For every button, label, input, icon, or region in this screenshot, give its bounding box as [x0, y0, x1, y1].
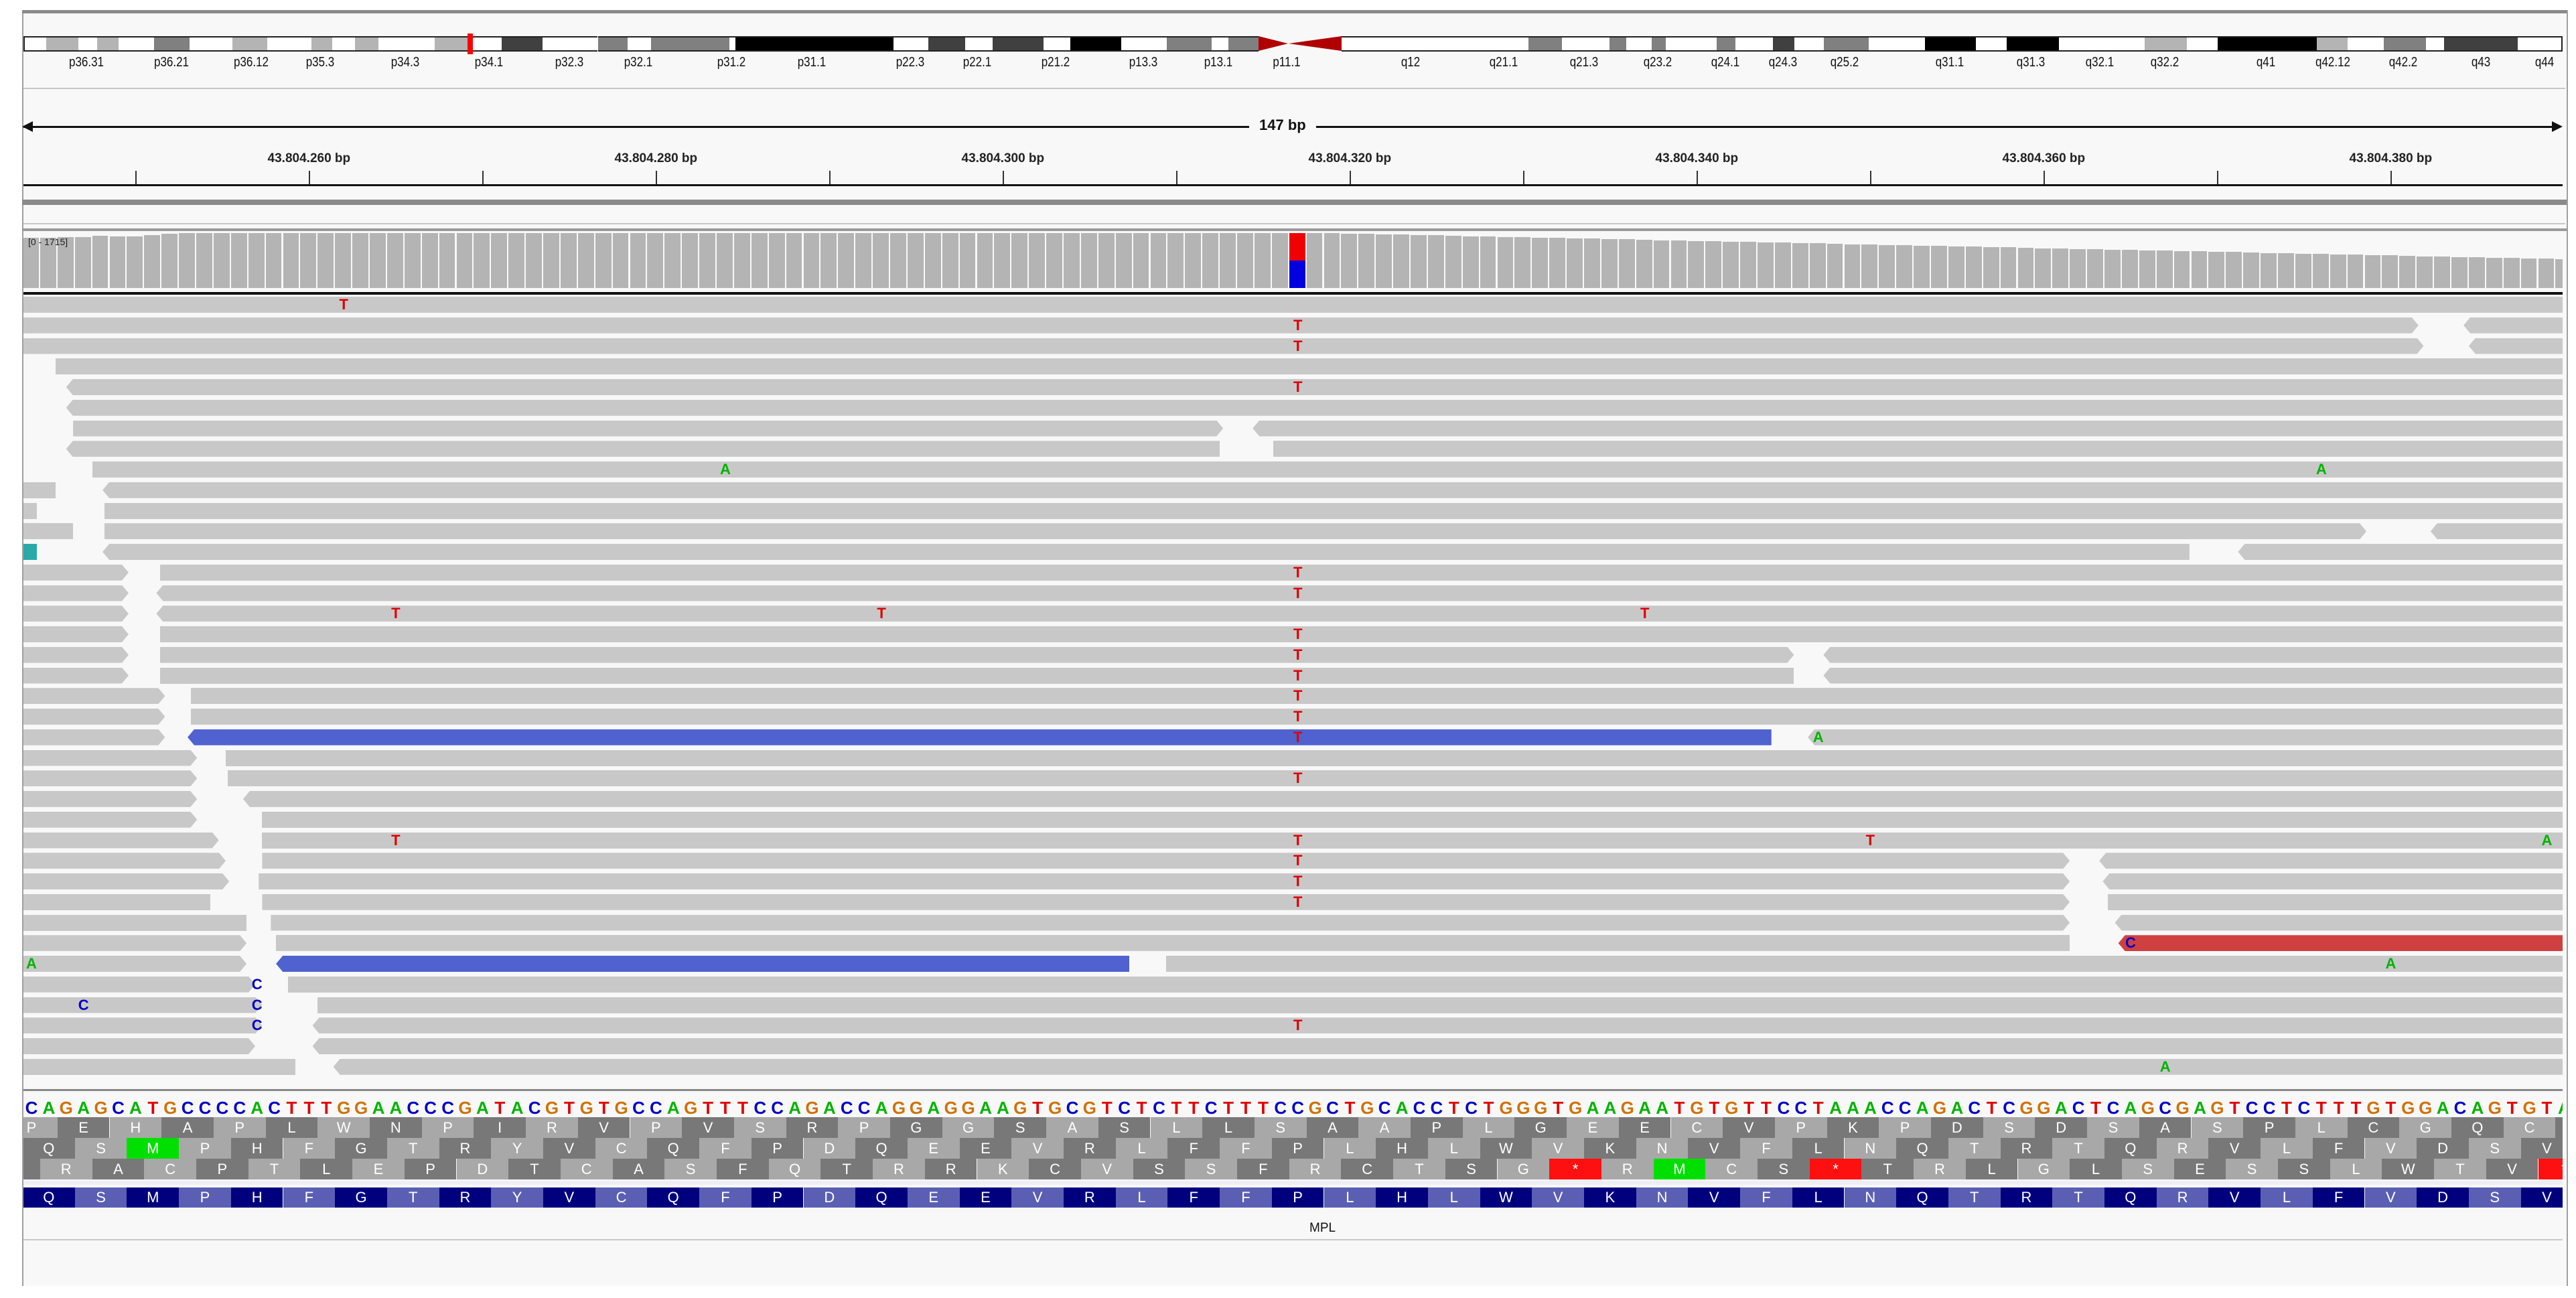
gene-amino-acid[interactable]: Y — [491, 1187, 543, 1208]
gene-amino-acid[interactable]: M — [127, 1187, 180, 1208]
gene-amino-acid[interactable]: R — [1064, 1187, 1116, 1208]
gene-amino-acid[interactable]: V — [1532, 1187, 1584, 1208]
gene-amino-acid[interactable]: F — [1167, 1187, 1220, 1208]
gene-amino-acid[interactable]: F — [1740, 1187, 1792, 1208]
gene-amino-acid[interactable]: F — [283, 1187, 336, 1208]
coverage-range-label: [0 - 1715] — [28, 236, 68, 247]
gene-amino-acid[interactable]: R — [2156, 1187, 2209, 1208]
gene-amino-acid[interactable]: L — [1115, 1187, 1168, 1208]
gene-amino-acid[interactable]: Q — [23, 1187, 75, 1208]
gene-amino-acid[interactable]: W — [1480, 1187, 1532, 1208]
gene-amino-acid[interactable]: P — [751, 1187, 804, 1208]
gene-amino-acid[interactable]: H — [1376, 1187, 1428, 1208]
data-panel[interactable]: TTTTAATTTTTTTTTTTATTTTATTTCAACCCCTA CAGA… — [23, 0, 2563, 1298]
gene-amino-acid[interactable]: D — [803, 1187, 856, 1208]
gene-amino-acid[interactable]: E — [907, 1187, 960, 1208]
gene-amino-acid[interactable]: T — [2052, 1187, 2104, 1208]
gene-amino-acid[interactable]: Q — [1896, 1187, 1948, 1208]
gene-name-label[interactable]: MPL — [1309, 1221, 1336, 1236]
gene-amino-acid[interactable]: V — [543, 1187, 595, 1208]
gene-amino-acid[interactable]: E — [959, 1187, 1012, 1208]
gene-amino-acid[interactable]: V — [2364, 1187, 2417, 1208]
gene-amino-acid[interactable]: F — [699, 1187, 752, 1208]
gene-amino-acid[interactable]: L — [1427, 1187, 1480, 1208]
gene-amino-acid[interactable]: V — [2208, 1187, 2261, 1208]
gene-amino-acid[interactable]: Q — [855, 1187, 908, 1208]
gene-amino-acid[interactable]: V — [2520, 1187, 2563, 1208]
gene-amino-acid[interactable]: V — [1011, 1187, 1064, 1208]
gene-amino-acid[interactable]: L — [2261, 1187, 2313, 1208]
gene-amino-acid[interactable]: R — [2000, 1187, 2053, 1208]
gene-amino-acid[interactable]: H — [230, 1187, 283, 1208]
gene-amino-acid[interactable]: F — [2312, 1187, 2365, 1208]
gene-amino-acid[interactable]: G — [335, 1187, 387, 1208]
gene-amino-acid[interactable]: Q — [2104, 1187, 2157, 1208]
gene-amino-acid[interactable]: L — [1323, 1187, 1376, 1208]
gene-amino-acid[interactable]: F — [1220, 1187, 1272, 1208]
divider — [23, 1239, 2563, 1240]
gene-amino-acid[interactable]: P — [179, 1187, 231, 1208]
gene-amino-acid[interactable]: Q — [647, 1187, 700, 1208]
gene-amino-acid[interactable]: S — [74, 1187, 127, 1208]
gene-amino-acid[interactable]: C — [595, 1187, 648, 1208]
gene-amino-acid[interactable]: T — [386, 1187, 439, 1208]
gene-amino-acid[interactable]: S — [2468, 1187, 2521, 1208]
gene-amino-acid[interactable]: T — [1948, 1187, 2001, 1208]
gene-amino-acid[interactable]: V — [1688, 1187, 1741, 1208]
gene-amino-acid[interactable]: L — [1792, 1187, 1845, 1208]
gene-amino-acid[interactable]: R — [439, 1187, 492, 1208]
gene-amino-acid[interactable]: P — [1271, 1187, 1324, 1208]
gene-amino-acid[interactable]: N — [1636, 1187, 1689, 1208]
gene-amino-acid[interactable]: N — [1844, 1187, 1897, 1208]
gene-amino-acid[interactable]: K — [1584, 1187, 1636, 1208]
gene-amino-acid[interactable]: D — [2417, 1187, 2469, 1208]
gene-track[interactable]: QSMPHFGTRYVCQFPDQEEVRLFFPLHLWVKNVFLNQTRT… — [23, 0, 2563, 1212]
